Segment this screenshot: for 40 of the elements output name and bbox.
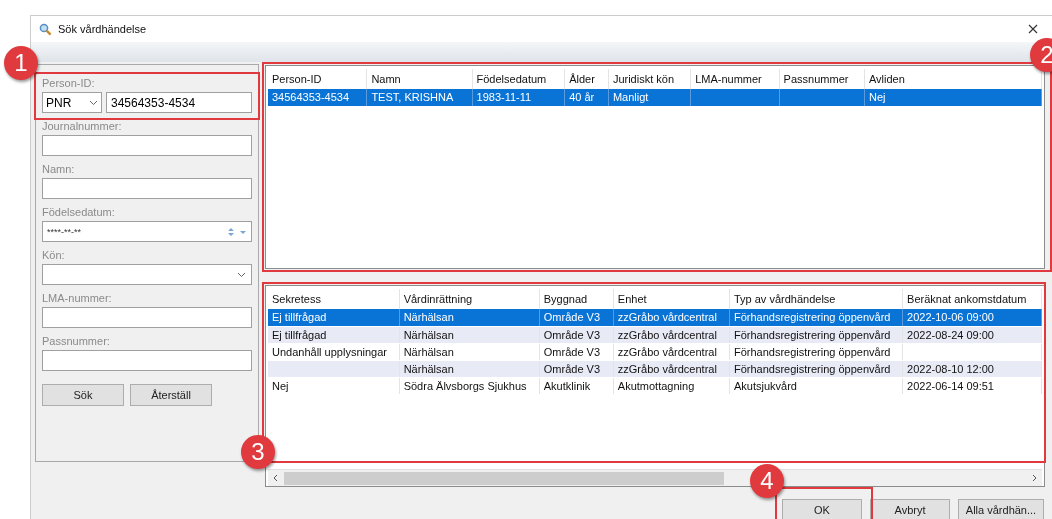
close-button[interactable] (1026, 22, 1040, 36)
table-cell: Närhälsan (399, 309, 540, 326)
field-label: LMA-nummer: (42, 292, 113, 304)
text-field[interactable] (42, 350, 252, 371)
date-field[interactable]: ****-**-** (42, 221, 252, 242)
text-field[interactable] (42, 307, 252, 328)
table-cell: 34564353-4534 (268, 89, 367, 106)
dialog-button[interactable]: OK (782, 499, 862, 519)
search-form-button[interactable]: Sök (42, 384, 124, 406)
search-icon (39, 22, 52, 36)
table-cell: Förhandsregistrering öppenvård (729, 309, 903, 326)
chevron-down-icon (237, 271, 246, 278)
text-field[interactable] (42, 135, 252, 156)
step-number-badge: 1 (4, 46, 38, 80)
table-cell: 1983-11-11 (472, 89, 565, 106)
field-label: Journalnummer: (42, 120, 123, 132)
person-id-field[interactable]: 34564353-4534 (106, 92, 252, 113)
field-label: Födelsedatum: (42, 206, 116, 218)
table-cell: 2022-10-06 09:00 (902, 309, 1042, 326)
id-type-dropdown[interactable]: PNR (42, 92, 102, 113)
table-cell: 40 år (564, 89, 609, 106)
table-cell: Manligt (608, 89, 691, 106)
scrollbar-thumb[interactable] (284, 471, 724, 485)
dropdown-field[interactable] (42, 264, 252, 285)
table-cell: zzGråbo vårdcentral (613, 309, 730, 326)
table-cell: TEST, KRISHNA (366, 89, 473, 106)
search-form-button[interactable]: Återställ (130, 384, 212, 406)
dialog-button[interactable]: Alla vårdhän... (958, 499, 1044, 519)
spinner-icon[interactable] (227, 225, 247, 238)
text-field[interactable] (42, 178, 252, 199)
dialog-button[interactable]: Avbryt (870, 499, 950, 519)
window-title: Sök vårdhändelse (58, 23, 148, 35)
field-label: Namn: (42, 163, 76, 175)
table-cell: Område V3 (539, 309, 614, 326)
chevron-down-icon (89, 99, 98, 106)
table-cell: Ej tillfrågad (268, 309, 400, 326)
field-label: Person-ID: (42, 77, 96, 89)
field-label: Passnummer: (42, 335, 111, 347)
field-label: Kön: (42, 249, 66, 261)
table-cell: Nej (864, 89, 1042, 106)
